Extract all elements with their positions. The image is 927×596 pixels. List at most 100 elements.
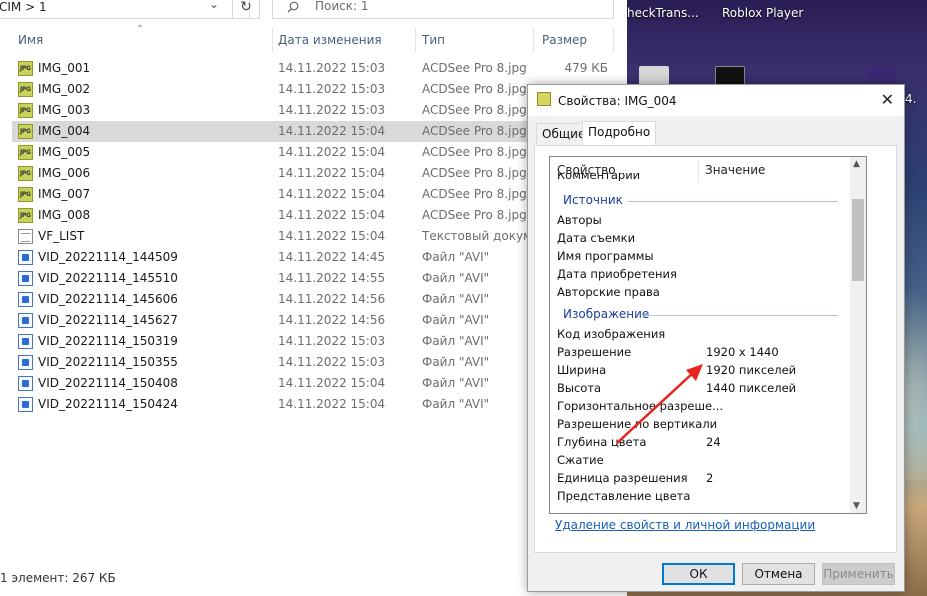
sort-ascending-icon: ⌃ [136,24,145,35]
column-header-name[interactable]: Имя [18,33,43,47]
group-divider [628,201,838,202]
property-name[interactable]: Разрешение [557,345,631,359]
file-name: VID_20221114_150424 [38,397,178,411]
property-value[interactable]: 1440 пикселей [706,381,796,395]
property-name[interactable]: Сжатие [557,453,604,467]
file-date: 14.11.2022 14:56 [278,313,386,327]
property-name: Комментарии [557,173,641,181]
file-type: ACDSee Pro 8.jpg ... [422,166,527,180]
refresh-icon[interactable]: ↻ [232,0,260,19]
file-type: Файл "AVI" [422,376,490,390]
property-value[interactable]: 24 [706,435,721,449]
avi-file-icon [18,250,33,265]
group-divider [642,315,838,316]
column-separator[interactable] [415,28,416,52]
jpg-file-icon [18,187,33,202]
property-value[interactable]: 2 [706,471,713,485]
column-separator[interactable] [533,28,534,52]
remove-properties-link[interactable]: Удаление свойств и личной информации [555,518,815,532]
file-date: 14.11.2022 15:03 [278,61,386,75]
file-date: 14.11.2022 15:04 [278,124,386,138]
properties-dialog: Свойства: IMG_004 ✕ Общие Подробно Свойс… [527,84,905,592]
tab-details[interactable]: Подробно [582,121,657,146]
column-separator[interactable] [272,28,273,52]
column-separator[interactable] [698,160,699,182]
desktop-label-checktrans[interactable]: heckTrans... [627,6,699,20]
property-name[interactable]: Глубина цвета [557,435,646,449]
address-bar[interactable]: CIM > 1 ⌄ [0,0,250,19]
property-name[interactable]: Ширина [557,363,606,377]
file-date: 14.11.2022 14:55 [278,271,386,285]
column-header-date[interactable]: Дата изменения [278,33,382,47]
dialog-titlebar[interactable]: Свойства: IMG_004 ✕ [528,85,904,116]
property-name[interactable]: Авторы [557,213,602,227]
file-date: 14.11.2022 15:03 [278,355,386,369]
chevron-down-icon[interactable]: ⌄ [209,0,219,11]
jpg-file-icon [18,82,33,97]
text-file-icon [18,229,33,244]
file-type: Файл "AVI" [422,397,490,411]
property-group-title: Источник [563,193,623,207]
desktop-label-partial[interactable]: 4. [905,92,916,106]
file-type: Файл "AVI" [422,292,490,306]
property-group-title: Изображение [563,307,650,321]
jpg-file-icon [18,166,33,181]
close-icon[interactable]: ✕ [881,90,894,109]
list-header-value[interactable]: Значение [705,163,765,177]
file-date: 14.11.2022 15:04 [278,397,386,411]
property-name[interactable]: Код изображения [557,327,665,341]
property-value[interactable]: 1920 x 1440 [706,345,779,359]
property-list[interactable]: Свойство Значение Комментарии Источник Авт… [549,156,867,514]
jpg-file-icon [18,61,33,76]
file-type: Файл "AVI" [422,355,490,369]
scroll-thumb[interactable] [852,199,864,281]
file-type: Текстовый докум... [422,229,527,243]
file-name: IMG_001 [38,61,91,75]
file-date: 14.11.2022 15:04 [278,208,386,222]
avi-file-icon [18,376,33,391]
property-name[interactable]: Авторские права [557,285,660,299]
file-name: VID_20221114_150408 [38,376,178,390]
file-date: 14.11.2022 15:04 [278,229,386,243]
file-row[interactable]: IMG_001 14.11.2022 15:03 ACDSee Pro 8.jpg … [12,58,627,79]
property-name[interactable]: Высота [557,381,601,395]
file-name: IMG_005 [38,145,91,159]
address-path[interactable]: CIM > 1 [0,0,47,14]
property-name[interactable]: Горизонтальное разреше... [557,399,723,413]
file-name: IMG_006 [38,166,91,180]
file-type: Файл "AVI" [422,250,490,264]
scroll-up-icon[interactable]: ▲ [853,159,860,169]
file-name: VID_20221114_150319 [38,334,178,348]
column-header-size[interactable]: Размер [542,33,587,47]
avi-file-icon [18,292,33,307]
ok-button[interactable]: ОК [662,563,735,585]
property-name[interactable]: Единица разрешения [557,471,688,485]
dialog-title: Свойства: IMG_004 [558,94,677,108]
property-name[interactable]: Имя программы [557,249,654,263]
avi-file-icon [18,313,33,328]
property-name[interactable]: Дата приобретения [557,267,677,281]
scroll-down-icon[interactable]: ▼ [853,501,860,511]
property-name[interactable]: Разрешение по вертикали [557,417,717,431]
search-input[interactable]: Поиск: 1 [272,0,614,19]
column-separator[interactable] [613,28,614,52]
file-name: IMG_004 [38,124,91,138]
property-name[interactable]: Представление цвета [557,489,690,503]
file-name: IMG_007 [38,187,91,201]
file-type: ACDSee Pro 8.jpg ... [422,145,527,159]
desktop-label-roblox[interactable]: Roblox Player [722,6,803,20]
search-placeholder: Поиск: 1 [315,0,369,13]
file-name: IMG_003 [38,103,91,117]
file-name: VID_20221114_145510 [38,271,178,285]
file-date: 14.11.2022 15:04 [278,145,386,159]
property-value[interactable]: 1920 пикселей [706,363,796,377]
file-type: Файл "AVI" [422,334,490,348]
apply-button[interactable]: Применить [822,563,895,585]
column-header-type[interactable]: Тип [422,33,445,47]
vertical-scrollbar[interactable]: ▲ ▼ [850,157,866,513]
jpg-file-icon [18,103,33,118]
file-date: 14.11.2022 15:04 [278,187,386,201]
cancel-button[interactable]: Отмена [742,563,815,585]
property-name[interactable]: Дата съемки [557,231,635,245]
file-date: 14.11.2022 15:04 [278,166,386,180]
